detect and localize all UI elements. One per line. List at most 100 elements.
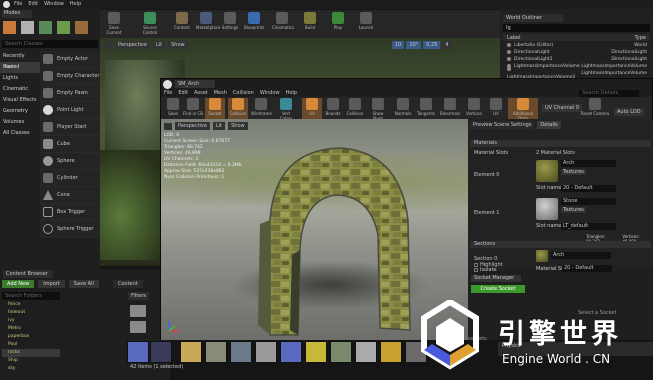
asset-thumbnail[interactable] xyxy=(205,341,227,363)
category-geometry[interactable]: Geometry xyxy=(0,106,40,117)
build-button[interactable]: Build xyxy=(300,12,320,34)
asset-thumbnail[interactable] xyxy=(255,341,277,363)
element-0-thumbnail[interactable] xyxy=(536,160,558,182)
asset-thumbnail[interactable] xyxy=(380,341,402,363)
place-item-empty-character[interactable]: Empty Character xyxy=(40,68,100,85)
place-item-empty-pawn[interactable]: Empty Pawn xyxy=(40,85,100,102)
collision-toggle-button[interactable]: Collision xyxy=(228,98,248,120)
scale-snap-value[interactable]: 0.25 xyxy=(423,41,441,49)
folder-item[interactable]: paperbox xyxy=(2,333,60,341)
place-item-cylinder[interactable]: Cylinder xyxy=(40,170,100,187)
sm-menu-collision[interactable]: Collision xyxy=(233,90,254,96)
element-0-material-select[interactable]: Arch xyxy=(561,160,616,167)
uv-channel-select[interactable]: UV Channel 0 xyxy=(542,104,582,112)
sm-perspective-button[interactable]: Perspective xyxy=(175,122,210,130)
sm-menu-help[interactable]: Help xyxy=(286,90,297,96)
world-outliner-tab[interactable]: World Outliner xyxy=(503,14,563,22)
element-1-textures-button[interactable]: Textures xyxy=(561,207,586,213)
place-item-point-light[interactable]: Point Light xyxy=(40,102,100,119)
sm-editor-tab[interactable]: SM_Arch xyxy=(175,80,215,88)
place-item-player-start[interactable]: Player Start xyxy=(40,119,100,136)
play-button[interactable]: Play xyxy=(328,12,348,34)
category-all-classes[interactable]: All Classes xyxy=(0,128,40,139)
sm-lit-button[interactable]: Lit xyxy=(212,122,226,130)
content-browser-tab[interactable]: Content Browser xyxy=(3,270,53,278)
sm-save-button[interactable]: Save xyxy=(163,98,183,120)
element-0-textures-button[interactable]: Textures xyxy=(561,169,586,175)
sm-menu-file[interactable]: File xyxy=(164,90,172,96)
material-slot-select[interactable]: 20 - Default xyxy=(562,265,612,272)
binormals-button[interactable]: Binormals xyxy=(440,98,460,120)
grid-snap-value[interactable]: 10 xyxy=(392,41,405,49)
asset-thumbnail[interactable] xyxy=(305,341,327,363)
sm-viewport-options-button[interactable] xyxy=(164,122,172,130)
place-item-box-trigger[interactable]: Box Trigger xyxy=(40,204,100,221)
category-visual-effects[interactable]: Visual Effects xyxy=(0,95,40,106)
sm-menu-mesh[interactable]: Mesh xyxy=(214,90,227,96)
place-item-sphere[interactable]: Sphere xyxy=(40,153,100,170)
additional-data-button[interactable]: Additional Data xyxy=(508,98,538,121)
sm-menu-asset[interactable]: Asset xyxy=(194,90,208,96)
modes-tab[interactable]: Modes xyxy=(2,10,32,18)
sm-menu-window[interactable]: Window xyxy=(260,90,280,96)
lit-button[interactable]: Lit xyxy=(152,41,166,49)
source-control-button[interactable]: Source Control xyxy=(140,12,160,35)
details-tab[interactable]: Details xyxy=(537,121,561,129)
viewport-options-button[interactable] xyxy=(104,41,112,49)
category-lights[interactable]: Lights xyxy=(0,73,40,84)
folder-icon[interactable] xyxy=(130,321,146,333)
place-item-cone[interactable]: Cone xyxy=(40,187,100,204)
socket-button[interactable]: Socket xyxy=(205,98,225,120)
reset-camera-button[interactable]: Reset Camera xyxy=(580,98,610,120)
visibility-eye-icon[interactable] xyxy=(507,49,511,54)
uv-overlay-button[interactable]: UV xyxy=(486,98,506,120)
element-1-thumbnail[interactable] xyxy=(536,198,558,220)
find-in-cb-button[interactable]: Find in CB xyxy=(183,98,203,120)
asset-thumbnail[interactable] xyxy=(230,341,252,363)
asset-thumbnail[interactable] xyxy=(127,341,149,363)
category-basic[interactable]: Basic xyxy=(0,62,40,73)
outliner-row[interactable]: LightmassImportanceVolume2 LightmassImpor… xyxy=(503,67,650,80)
visibility-eye-icon[interactable] xyxy=(507,42,511,47)
menu-window[interactable]: Window xyxy=(44,1,64,7)
category-recently-placed[interactable]: Recently Placed xyxy=(0,51,40,70)
element-1-material-select[interactable]: Stone xyxy=(561,198,616,205)
normals-button[interactable]: Normals xyxy=(393,98,413,120)
create-socket-button[interactable]: Create Socket xyxy=(471,285,525,293)
save-current-button[interactable]: Save Current xyxy=(104,12,124,35)
place-item-sphere-trigger[interactable]: Sphere Trigger xyxy=(40,221,100,238)
landscape-mode-icon[interactable] xyxy=(39,21,52,34)
cinematics-button[interactable]: Cinematics xyxy=(272,12,294,34)
visibility-eye-icon[interactable] xyxy=(507,67,511,71)
bounds-button[interactable]: Bounds xyxy=(323,98,343,120)
save-all-button[interactable]: Save All xyxy=(68,280,99,288)
collision-view-button[interactable]: Collision xyxy=(345,98,365,120)
socket-manager-tab[interactable]: Socket Manager xyxy=(471,275,521,282)
arch-mesh[interactable] xyxy=(230,140,420,340)
tangents-button[interactable]: Tangents xyxy=(416,98,436,120)
asset-thumbnail[interactable] xyxy=(355,341,377,363)
element-0-slot-input[interactable]: 20 - Default xyxy=(561,185,616,192)
sections-header[interactable]: Sections xyxy=(470,241,651,248)
menu-file[interactable]: File xyxy=(14,1,22,7)
folder-item[interactable]: hideout xyxy=(2,309,60,317)
folder-item[interactable]: Pool xyxy=(2,341,60,349)
outliner-row[interactable]: DirectionalLight2 DirectionalLight xyxy=(503,56,650,63)
menu-edit[interactable]: Edit xyxy=(28,1,38,7)
outliner-col-label[interactable]: Label xyxy=(507,35,521,41)
vertices-button[interactable]: Vertices xyxy=(464,98,484,120)
geometry-mode-icon[interactable] xyxy=(75,21,88,34)
search-details-input[interactable]: Search Details xyxy=(579,90,639,97)
outliner-search-input[interactable]: Ig xyxy=(503,24,650,32)
materials-section-header[interactable]: Materials xyxy=(470,140,651,147)
place-search-input[interactable]: Search Classes xyxy=(2,40,98,48)
place-item-empty-actor[interactable]: Empty Actor xyxy=(40,51,100,68)
launch-button[interactable]: Launch xyxy=(356,12,376,34)
outliner-row[interactable]: DirectionalLight DirectionalLight xyxy=(503,49,650,56)
asset-thumbnail[interactable] xyxy=(330,341,352,363)
place-mode-icon[interactable] xyxy=(3,21,16,34)
folder-item[interactable]: ivy xyxy=(2,317,60,325)
asset-thumbnail[interactable] xyxy=(150,341,172,363)
filters-button[interactable]: Filters xyxy=(128,292,149,300)
folder-item[interactable]: fence xyxy=(2,301,60,309)
